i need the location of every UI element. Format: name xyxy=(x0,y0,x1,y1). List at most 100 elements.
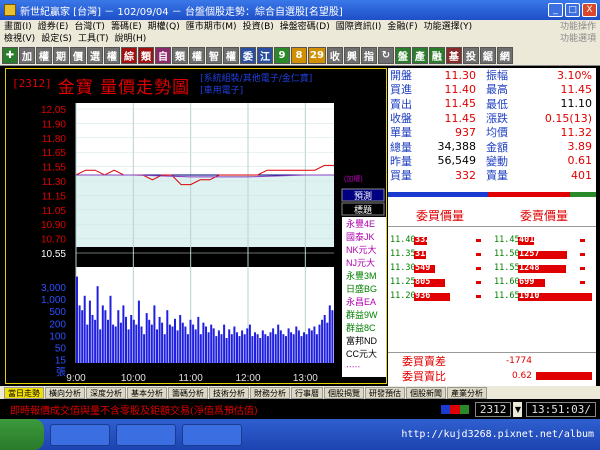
broker-item[interactable]: NK元大 xyxy=(346,244,377,255)
broker-item[interactable]: 永豐4E xyxy=(346,218,375,229)
menu-item[interactable]: 匯市期市(M) xyxy=(186,21,237,33)
toolbar-button[interactable]: 指 xyxy=(360,47,377,64)
broker-item[interactable]: 群益8C xyxy=(346,322,376,333)
toolbar-button[interactable]: 29 xyxy=(308,47,326,64)
volume-bar xyxy=(166,310,169,363)
tab-7[interactable]: 行事曆 xyxy=(291,386,323,399)
broker-item[interactable]: 日盛BG xyxy=(346,283,377,294)
x-tick-label: 13:00 xyxy=(293,373,318,384)
menu-hint: 功能操作 xyxy=(559,22,596,32)
toolbar-button[interactable]: 網 xyxy=(496,47,513,64)
toolbar-button[interactable]: 智 xyxy=(206,47,222,64)
tab-2[interactable]: 深度分析 xyxy=(86,386,126,399)
chart-header: [2312] 金寶 量價走勢圖 [系統組裝/其他電子/金仁寶] [車用電子] xyxy=(12,73,312,98)
bid-ask-diff-value: -1774 xyxy=(505,355,532,366)
menu-item[interactable]: 畫面(I) xyxy=(4,21,32,33)
toolbar-button[interactable]: 加 xyxy=(19,47,35,64)
toolbar-button[interactable]: 權 xyxy=(104,47,120,64)
toolbar-button[interactable]: 收 xyxy=(326,47,343,64)
tab-4[interactable]: 籌碼分析 xyxy=(168,386,208,399)
volume-tick-label: 1,000 xyxy=(41,295,66,306)
toolbar-button[interactable]: 權 xyxy=(223,47,239,64)
volume-bar xyxy=(101,305,104,363)
menu-item[interactable]: 功能選擇(Y) xyxy=(424,21,473,33)
price-tick-label: 11.15 xyxy=(42,191,67,202)
menu-item[interactable]: 投資(B) xyxy=(243,21,274,33)
toolbar-button[interactable]: 8 xyxy=(291,47,307,64)
menu-item[interactable]: 籌碼(E) xyxy=(111,21,142,33)
x-tick-label: 12:00 xyxy=(235,373,260,384)
toolbar-button[interactable]: 選 xyxy=(87,47,103,64)
toolbar-button[interactable]: 綜 xyxy=(121,47,137,64)
toolbar-button[interactable]: 期 xyxy=(53,47,69,64)
broker-item[interactable]: 富邦ND xyxy=(346,335,377,346)
status-stock-code[interactable]: 2312 xyxy=(474,401,512,417)
toolbar-button[interactable]: 類 xyxy=(172,47,188,64)
volume-bar xyxy=(194,329,197,363)
menu-item[interactable]: 說明(H) xyxy=(114,33,146,45)
toolbar-button[interactable]: ↻ xyxy=(377,47,394,64)
toolbar-button[interactable]: 權 xyxy=(36,47,52,64)
taskbar-item[interactable] xyxy=(182,423,242,446)
toolbar-button[interactable]: 價 xyxy=(70,47,86,64)
toolbar-button[interactable]: 基 xyxy=(445,47,462,64)
toolbar-button[interactable]: 融 xyxy=(428,47,445,64)
broker-item[interactable]: NJ元大 xyxy=(346,257,375,268)
broker-item[interactable]: 群益9W xyxy=(346,309,378,320)
stock-code-dropdown-icon[interactable]: ▼ xyxy=(513,401,523,417)
toolbar-button[interactable]: 類 xyxy=(138,47,154,64)
volume-bar xyxy=(266,336,269,363)
minimize-button[interactable]: _ xyxy=(548,3,563,17)
maximize-button[interactable]: □ xyxy=(565,3,580,17)
menu-item[interactable]: 操盤密碼(D) xyxy=(280,21,330,33)
menu-item[interactable]: 台灣(T) xyxy=(74,21,105,33)
toolbar-button[interactable]: 產 xyxy=(411,47,428,64)
menu-item[interactable]: 工具(T) xyxy=(78,33,109,45)
toolbar-button[interactable]: 盤 xyxy=(394,47,411,64)
price-tick-label: 11.30 xyxy=(42,177,67,188)
toolbar-button[interactable]: 自 xyxy=(155,47,171,64)
tab-11[interactable]: 產業分析 xyxy=(447,386,487,399)
tab-1[interactable]: 橫向分析 xyxy=(45,386,85,399)
taskbar-item[interactable] xyxy=(116,423,176,446)
volume-bar xyxy=(254,332,256,363)
quote-label: 買量 xyxy=(390,169,412,183)
toolbar-button[interactable]: ✚ xyxy=(2,47,18,64)
broker-item[interactable]: ‧‧‧‧‧ xyxy=(346,362,360,372)
toolbar-button[interactable]: 9 xyxy=(274,47,290,64)
volume-bar xyxy=(326,322,329,363)
toolbar-button[interactable]: 江 xyxy=(257,47,273,64)
tab-6[interactable]: 財務分析 xyxy=(250,386,290,399)
volume-bar xyxy=(264,334,267,363)
bid-ask-diff-label: 委買賣差 xyxy=(402,354,446,368)
toolbar-button[interactable]: 興 xyxy=(343,47,360,64)
menu-item[interactable]: 金融(F) xyxy=(387,21,417,33)
tab-10[interactable]: 個股新聞 xyxy=(406,386,446,399)
toolbar-button[interactable]: 鋸 xyxy=(479,47,496,64)
broker-item[interactable]: 永昌EA xyxy=(346,296,376,307)
close-button[interactable]: X xyxy=(582,3,597,17)
broker-item[interactable]: 國泰JK xyxy=(346,231,375,242)
start-button[interactable] xyxy=(0,419,44,450)
menu-item[interactable]: 檢視(V) xyxy=(4,33,35,45)
toolbar-button[interactable]: 投 xyxy=(462,47,479,64)
tab-5[interactable]: 技術分析 xyxy=(209,386,249,399)
menu-item[interactable]: 國際資訊(I) xyxy=(336,21,382,33)
menu-item[interactable]: 期權(Q) xyxy=(148,21,180,33)
indicator-button-label: 標題 xyxy=(354,204,372,215)
tab-3[interactable]: 基本分析 xyxy=(127,386,167,399)
tab-0[interactable]: 當日走勢 xyxy=(4,386,44,399)
quote-row: 賣出 11.45 最低 11.10 xyxy=(388,97,596,111)
menu-item[interactable]: 設定(S) xyxy=(41,33,72,45)
volume-bar xyxy=(287,328,290,363)
bid-row: 11.35 315 xyxy=(388,249,490,261)
taskbar-item[interactable] xyxy=(50,423,110,446)
quote-value: 937 xyxy=(455,125,476,139)
toolbar-button[interactable]: 委 xyxy=(240,47,256,64)
tab-9[interactable]: 研發預估 xyxy=(365,386,405,399)
broker-item[interactable]: CC元大 xyxy=(346,348,377,359)
tab-8[interactable]: 個股揭覽 xyxy=(324,386,364,399)
broker-item[interactable]: 永豐3M xyxy=(346,270,377,281)
toolbar-button[interactable]: 權 xyxy=(189,47,205,64)
menu-item[interactable]: 證券(E) xyxy=(38,21,69,33)
